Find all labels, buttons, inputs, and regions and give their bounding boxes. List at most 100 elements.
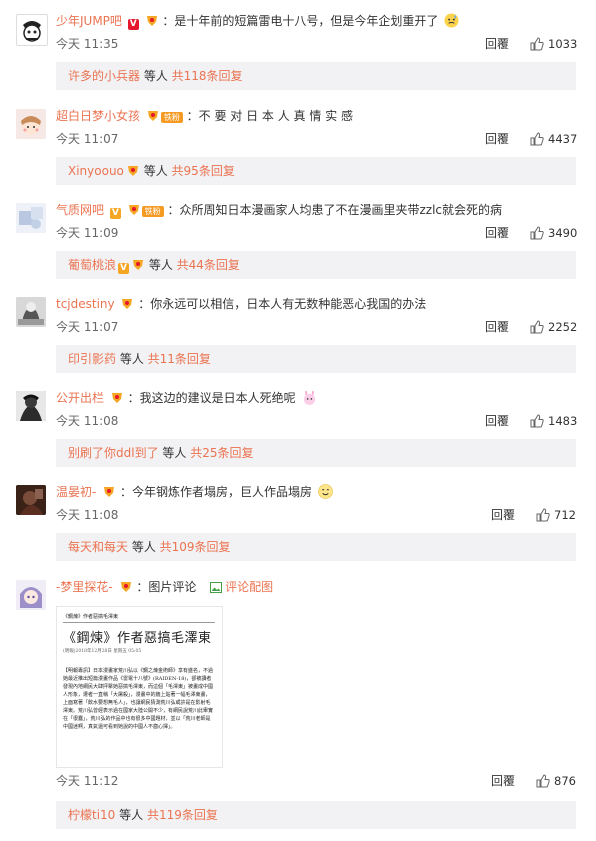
reply-count[interactable]: 共25条回复 [190, 446, 253, 460]
avatar[interactable] [16, 391, 46, 421]
comment-text: ：你永远可以相信，日本人有无数种能恶心我国的办法 [138, 297, 427, 311]
comment-text: ：是十年前的短篇雷电十八号，但是今年企划重开了 [162, 14, 439, 28]
thumbs-up-icon [530, 226, 548, 240]
reply-count[interactable]: 共11条回复 [148, 352, 211, 366]
replies-summary[interactable]: Xinyoouo 等人 共95条回复 [56, 157, 576, 185]
reply-names[interactable]: 许多的小兵器 [68, 69, 140, 83]
fan-medal-icon [144, 109, 160, 123]
like-count: 1483 [548, 414, 578, 428]
like-count: 4437 [548, 132, 578, 146]
like-count: 2252 [548, 320, 578, 334]
reply-count[interactable]: 共118条回复 [172, 69, 243, 83]
replies-summary[interactable]: 印引影药 等人 共11条回复 [56, 345, 576, 373]
comment-time: 今天 11:08 [56, 414, 119, 428]
reply-button[interactable]: 回覆 [485, 36, 509, 52]
like-count: 3490 [548, 226, 578, 240]
comment-text: ：图片评论 [136, 580, 197, 594]
comment-image[interactable]: 《鋼煉》作者惡搞毛澤東 《鋼煉》作者惡搞毛澤東 (明報)2018年12月28日 … [56, 606, 223, 768]
like-button[interactable]: 3490 [530, 225, 577, 241]
fan-badge: 铁粉 [141, 206, 164, 217]
reply-names[interactable]: 每天和每天 [68, 540, 128, 554]
fan-medal-icon [125, 203, 141, 217]
comment-text: ：不 要 对 日 本 人 真 情 实 感 [186, 109, 354, 123]
thumbs-up-icon [530, 37, 548, 51]
fan-medal-icon [124, 164, 140, 178]
username[interactable]: 少年JUMP吧 [56, 14, 122, 28]
comment-text: ：众所周知日本漫画家人均患了不在漫画里夹带zzlc就会死的病 [167, 203, 503, 217]
comment-time: 今天 11:12 [56, 774, 119, 788]
like-button[interactable]: 712 [536, 507, 576, 523]
comment-time: 今天 11:07 [56, 320, 119, 334]
smile-emoji-icon [316, 484, 333, 499]
like-button[interactable]: 1483 [530, 413, 577, 429]
bunny-emoji-icon [300, 390, 317, 405]
comment-text: ：我这边的建议是日本人死绝呢 [127, 391, 296, 405]
reply-button[interactable]: 回覆 [491, 507, 515, 523]
image-header-bar: 《鋼煉》作者惡搞毛澤東 [63, 613, 215, 623]
like-button[interactable]: 876 [536, 773, 576, 789]
like-button[interactable]: 1033 [530, 36, 577, 52]
username[interactable]: 公开出栏 [56, 391, 104, 405]
comment-time: 今天 11:08 [56, 508, 119, 522]
image-title: 《鋼煉》作者惡搞毛澤東 [63, 631, 212, 646]
reply-count[interactable]: 共44条回复 [177, 258, 240, 272]
reply-button[interactable]: 回覆 [491, 773, 515, 789]
reply-count[interactable]: 共95条回复 [172, 164, 235, 178]
verified-badge-icon: V [127, 19, 139, 30]
reply-button[interactable]: 回覆 [485, 413, 509, 429]
thumbs-up-icon [530, 414, 548, 428]
fan-medal-icon [117, 580, 133, 594]
comment-time: 今天 11:35 [56, 37, 119, 51]
reply-button[interactable]: 回覆 [485, 131, 509, 147]
image-icon [210, 580, 223, 598]
avatar[interactable] [16, 297, 46, 327]
like-count: 1033 [548, 37, 578, 51]
reply-names[interactable]: 柠檬ti10 [68, 808, 115, 822]
fan-medal-icon [108, 391, 124, 405]
replies-summary[interactable]: 许多的小兵器 等人 共118条回复 [56, 62, 576, 90]
reply-button[interactable]: 回覆 [485, 225, 509, 241]
previous-comment-clip: ⌒⌒⌒⌒ ⌒⌒⌒ [0, 0, 100, 2]
avatar[interactable] [16, 203, 46, 233]
fan-medal-icon [118, 297, 134, 311]
reply-names[interactable]: 别刷了你ddl到了 [68, 446, 159, 460]
verified-badge-icon: V [109, 208, 121, 219]
fan-medal-icon [129, 258, 145, 272]
reply-count[interactable]: 共109条回复 [160, 540, 231, 554]
avatar[interactable] [16, 109, 46, 139]
username[interactable]: 超白日梦小女孩 [56, 109, 140, 123]
fan-medal-icon [143, 14, 163, 28]
avatar[interactable] [16, 14, 48, 46]
sweat-emoji-icon [442, 13, 459, 28]
like-button[interactable]: 4437 [530, 131, 577, 147]
avatar[interactable] [16, 580, 46, 610]
comment-time: 今天 11:07 [56, 132, 119, 146]
reply-names[interactable]: Xinyoouo [68, 164, 124, 178]
thumbs-up-icon [530, 320, 548, 334]
image-body: 【明報專訊】日本漫畫家荒川弘以《鋼之煉金術師》享有盛名，不過她最近推出短篇漫畫作… [63, 668, 214, 730]
verified-badge-icon: V [118, 263, 130, 274]
comment-time: 今天 11:09 [56, 226, 119, 240]
like-count: 712 [554, 508, 576, 522]
fan-medal-icon [100, 485, 116, 499]
thumbs-up-icon [536, 774, 554, 788]
replies-summary[interactable]: 柠檬ti10 等人 共119条回复 [56, 801, 576, 829]
reply-button[interactable]: 回覆 [485, 319, 509, 335]
replies-summary[interactable]: 别刷了你ddl到了 等人 共25条回复 [56, 439, 576, 467]
comment-image-link[interactable]: 评论配图 [225, 580, 273, 594]
username[interactable]: -梦里探花- [56, 580, 113, 594]
replies-summary[interactable]: 每天和每天 等人 共109条回复 [56, 533, 576, 561]
reply-names[interactable]: 印引影药 [68, 352, 116, 366]
avatar[interactable] [16, 485, 46, 515]
username[interactable]: 温晏初- [56, 485, 96, 499]
replies-summary[interactable]: 葡萄桃浪 V 等人 共44条回复 [56, 251, 576, 279]
username[interactable]: 气质网吧 [56, 203, 104, 217]
username[interactable]: tcjdestiny [56, 297, 115, 311]
like-button[interactable]: 2252 [530, 319, 577, 335]
image-byline: (明報)2018年12月28日 星期五 05:05 [63, 649, 142, 654]
comment-text: ：今年钢炼作者塌房，巨人作品塌房 [120, 485, 313, 499]
thumbs-up-icon [530, 132, 548, 146]
thumbs-up-icon [536, 508, 554, 522]
reply-count[interactable]: 共119条回复 [147, 808, 218, 822]
reply-names[interactable]: 葡萄桃浪 [68, 258, 116, 272]
